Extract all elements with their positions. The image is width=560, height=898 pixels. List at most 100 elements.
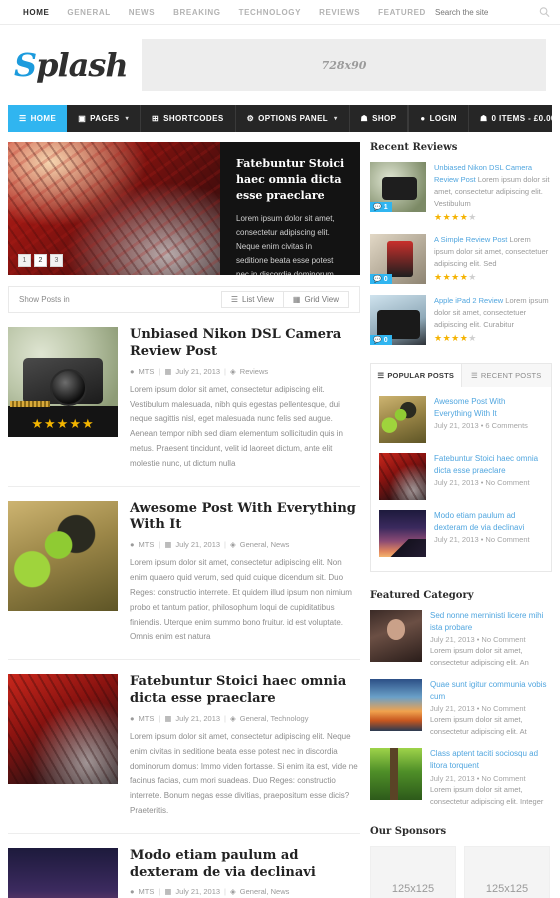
post-title[interactable]: Fatebuntur Stoici haec omnia dicta esse … <box>130 674 360 708</box>
slider-pagination: 1 2 3 <box>18 254 63 267</box>
popular-post-meta: July 21, 2013 • 6 Comments <box>434 421 528 431</box>
featured-excerpt: Lorem ipsum dolor sit amet, consectetur … <box>430 715 527 737</box>
post-body: Fatebuntur Stoici haec omnia dicta esse … <box>130 674 360 819</box>
comment-count: 0 <box>383 336 388 344</box>
tab-recent-label: RECENT POSTS <box>480 371 542 380</box>
top-navigation: HOME GENERAL NEWS BREAKING TECHNOLOGY RE… <box>14 8 435 17</box>
meta-separator: | <box>158 713 161 723</box>
slider-dot-1[interactable]: 1 <box>18 254 31 267</box>
pages-icon: ▣ <box>78 113 87 123</box>
featured-link[interactable]: Sed nonne merninisti licere mihi ista pr… <box>430 610 552 633</box>
post-title[interactable]: Awesome Post With Everything With It <box>130 501 360 535</box>
mainnav-item-home[interactable]: ☰ HOME <box>8 105 68 132</box>
review-link[interactable]: A Simple Review Post <box>434 235 507 244</box>
post-thumbnail[interactable]: ★★★★★ <box>8 327 118 437</box>
table-row: ★★★★★ Unbiased Nikon DSL Camera Review P… <box>8 313 360 487</box>
post-categories[interactable]: Reviews <box>240 367 268 376</box>
featured-thumbnail[interactable] <box>370 748 422 801</box>
meta-separator: | <box>224 366 226 376</box>
topnav-item-general[interactable]: GENERAL <box>58 8 119 17</box>
sponsor-slot-1[interactable]: 125x125 <box>370 845 456 898</box>
post-author: MTS <box>138 887 155 897</box>
featured-link[interactable]: Quae sunt igitur communia vobis cum <box>430 679 552 702</box>
review-text: Unbiased Nikon DSL Camera Review Post Lo… <box>434 162 552 223</box>
topnav-item-technology[interactable]: TECHNOLOGY <box>230 8 310 17</box>
review-text: A Simple Review Post Lorem ipsum dolor s… <box>434 234 552 284</box>
post-title[interactable]: Unbiased Nikon DSL Camera Review Post <box>130 327 360 361</box>
camera-lens-shape <box>49 368 88 407</box>
slider-title[interactable]: Fatebuntur Stoici haec omnia dicta esse … <box>236 156 346 204</box>
header-ad-banner[interactable]: 728x90 <box>142 39 546 91</box>
list-view-button[interactable]: ☰ List View <box>220 291 284 308</box>
post-categories[interactable]: General, News <box>240 540 290 549</box>
post-categories[interactable]: General, News <box>240 887 290 896</box>
mainnav-item-options-panel[interactable]: ⚙ OPTIONS PANEL ▾ <box>236 105 350 132</box>
mainnav-item-cart[interactable]: ☗ 0 ITEMS - £0.00 <box>469 105 560 132</box>
widget-title: Featured Category <box>370 590 474 601</box>
topnav-item-home[interactable]: HOME <box>14 8 58 17</box>
list-view-label: List View <box>242 295 274 304</box>
mainnav-label-home: HOME <box>30 114 57 123</box>
mainnav-label-shortcodes: SHORTCODES <box>163 114 224 123</box>
post-thumbnail[interactable] <box>8 674 118 785</box>
widget-recent-reviews: Recent Reviews 💬 1 Unbiased Nikon DSL Ca… <box>370 142 552 345</box>
list-icon: ☰ <box>230 295 239 304</box>
search-icon[interactable] <box>539 7 550 18</box>
mainnav-item-shop[interactable]: ☗ SHOP <box>350 105 409 132</box>
popular-post-link[interactable]: Fatebuntur Stoici haec omnia dicta esse … <box>434 453 543 476</box>
post-excerpt: Lorem ipsum dolor sit amet, consectetur … <box>130 558 352 642</box>
topnav-item-reviews[interactable]: REVIEWS <box>310 8 369 17</box>
slider-excerpt: Lorem ipsum dolor sit amet, consectetur … <box>236 213 335 275</box>
post-title[interactable]: Modo etiam paulum ad dexteram de via dec… <box>130 848 360 882</box>
popular-post-thumbnail[interactable] <box>379 510 426 557</box>
topnav-item-news[interactable]: NEWS <box>120 8 164 17</box>
popular-post-thumbnail[interactable] <box>379 396 426 443</box>
meta-separator: | <box>224 540 226 550</box>
mainnav-label-cart: 0 ITEMS - £0.00 <box>491 114 556 123</box>
popular-post-link[interactable]: Modo etiam paulum ad dexteram de via dec… <box>434 510 543 533</box>
slider-dot-3[interactable]: 3 <box>50 254 63 267</box>
view-toggle-group: ☰ List View ▦ Grid View <box>220 291 349 308</box>
widget-featured-category: Featured Category Sed nonne merninisti l… <box>370 590 552 808</box>
tab-popular-posts[interactable]: ☰ POPULAR POSTS <box>371 364 462 387</box>
featured-text: Quae sunt igitur communia vobis cum July… <box>430 679 552 738</box>
shortcodes-icon: ⊞ <box>152 113 160 123</box>
post-categories[interactable]: General, Technology <box>240 714 309 723</box>
cart-icon: ☗ <box>360 113 369 123</box>
mainnav-item-pages[interactable]: ▣ PAGES ▾ <box>67 105 141 132</box>
review-link[interactable]: Apple iPad 2 Review <box>434 296 503 305</box>
featured-link[interactable]: Class aptent taciti sociosqu ad litora t… <box>430 748 552 771</box>
mainnav-item-login[interactable]: ● LOGIN <box>409 105 469 132</box>
post-thumbnail[interactable] <box>8 500 118 611</box>
site-logo[interactable]: Splash <box>14 49 142 81</box>
tab-recent-posts[interactable]: ☰ RECENT POSTS <box>461 364 551 387</box>
topnav-item-breaking[interactable]: BREAKING <box>164 8 229 17</box>
tag-icon: ◈ <box>230 540 236 550</box>
topnav-item-featured[interactable]: FEATURED <box>369 8 435 17</box>
sponsor-list: 125x125 125x125 <box>370 845 552 898</box>
comment-count: 0 <box>383 275 388 283</box>
comment-count-badge: 💬 0 <box>370 274 392 284</box>
review-thumbnail[interactable]: 💬 0 <box>370 295 426 345</box>
popular-post-thumbnail[interactable] <box>379 453 426 500</box>
phone-shape <box>386 241 413 277</box>
grid-view-button[interactable]: ▦ Grid View <box>283 291 349 308</box>
featured-excerpt: Lorem ipsum dolor sit amet, consectetur … <box>430 784 544 806</box>
hamburger-icon: ☰ <box>19 113 27 123</box>
review-thumbnail[interactable]: 💬 1 <box>370 162 426 212</box>
popular-post-link[interactable]: Awesome Post With Everything With It <box>434 396 543 419</box>
author-icon: ● <box>130 366 135 376</box>
review-thumbnail[interactable]: 💬 0 <box>370 234 426 284</box>
featured-thumbnail[interactable] <box>370 610 422 662</box>
mainnav-item-shortcodes[interactable]: ⊞ SHORTCODES <box>141 105 236 132</box>
slider-dot-2[interactable]: 2 <box>34 254 47 267</box>
featured-thumbnail[interactable] <box>370 679 422 732</box>
comment-bubble-icon: 💬 <box>373 204 382 211</box>
list-item: Modo etiam paulum ad dexteram de via dec… <box>379 510 543 557</box>
post-meta: ● MTS | ▦ July 21, 2013 | ◈ Reviews <box>130 367 360 376</box>
post-thumbnail[interactable] <box>8 847 118 898</box>
search-input[interactable] <box>435 7 550 17</box>
sponsor-slot-2[interactable]: 125x125 <box>464 845 550 898</box>
popular-post-text: Awesome Post With Everything With It Jul… <box>434 396 543 443</box>
post-body: Modo etiam paulum ad dexteram de via dec… <box>130 848 360 898</box>
